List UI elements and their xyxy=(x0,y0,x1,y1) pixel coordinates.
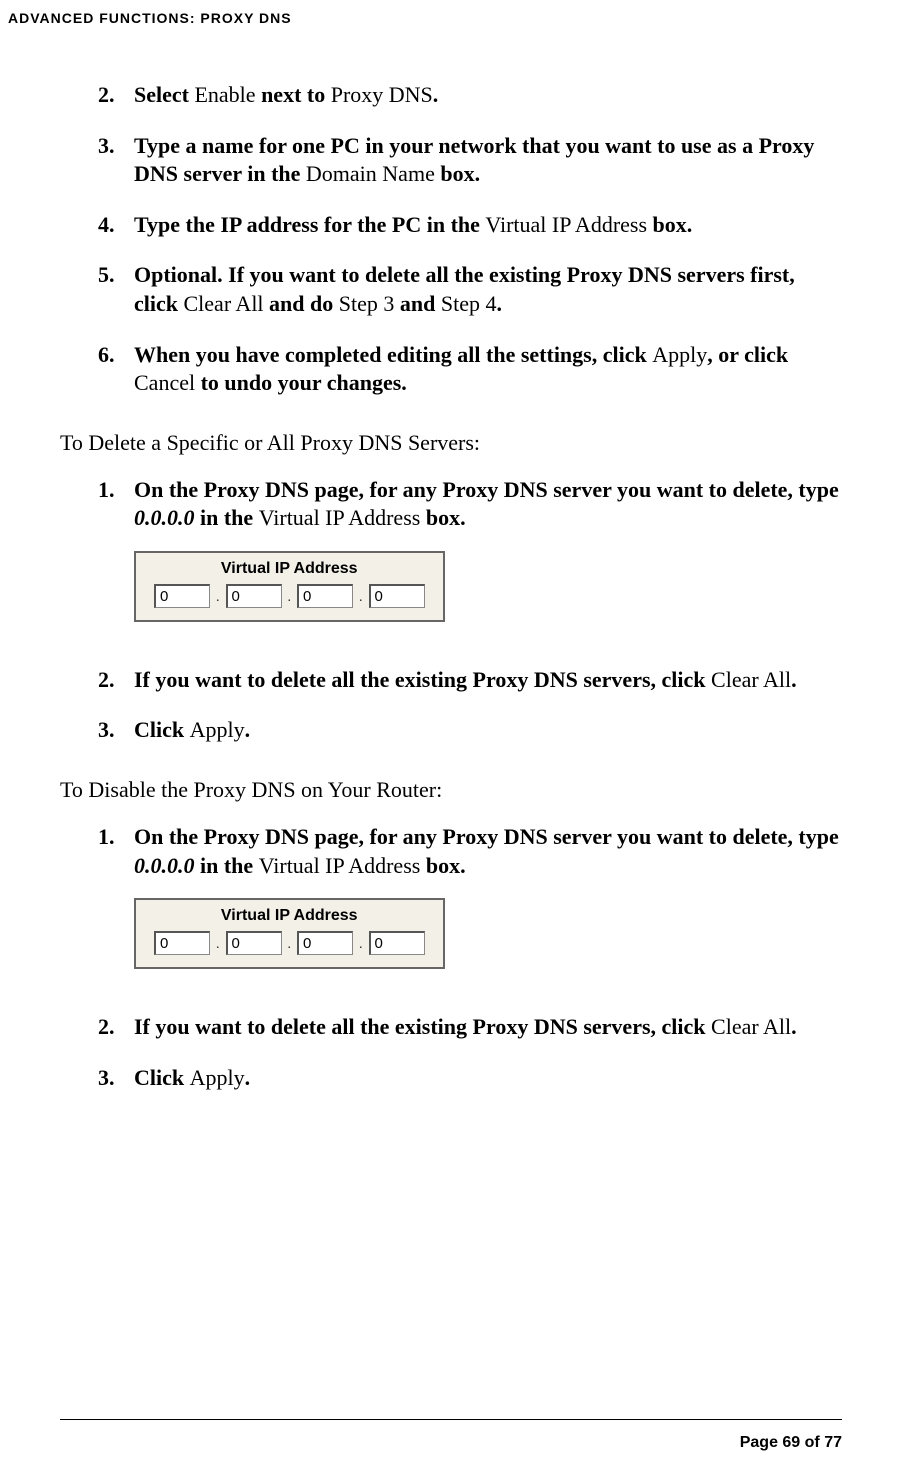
step-number: 4. xyxy=(98,211,115,240)
step-number: 2. xyxy=(98,81,115,110)
text: Domain Name xyxy=(306,161,435,186)
text: Clear All xyxy=(711,667,791,692)
text: If you want to delete all the existing P… xyxy=(134,667,711,692)
step-number: 3. xyxy=(98,716,115,745)
text: and do xyxy=(264,291,339,316)
text: . xyxy=(791,1014,797,1039)
ip-octet-3[interactable] xyxy=(297,931,353,955)
disable-step-3: 3. Click Apply. xyxy=(98,1064,842,1093)
ip-octet-3[interactable] xyxy=(297,584,353,608)
step-number: 2. xyxy=(98,1013,115,1042)
main-content: 2. Select Enable next to Proxy DNS. 3. T… xyxy=(0,26,902,1092)
step-number: 3. xyxy=(98,132,115,161)
text: Step 4 xyxy=(441,291,497,316)
text: next to xyxy=(256,82,331,107)
text: On the Proxy DNS page, for any Proxy DNS… xyxy=(134,824,839,849)
section-heading-disable: To Disable the Proxy DNS on Your Router: xyxy=(60,777,842,803)
delete-step-3: 3. Click Apply. xyxy=(98,716,842,745)
text: Clear All xyxy=(711,1014,791,1039)
virtual-ip-address-box: Virtual IP Address . . . xyxy=(134,551,445,622)
text: box. xyxy=(420,853,465,878)
text: in the xyxy=(195,505,259,530)
text: Step 3 xyxy=(339,291,395,316)
text: Apply xyxy=(190,717,245,742)
text: 0.0.0.0 xyxy=(134,853,195,878)
section-heading-delete: To Delete a Specific or All Proxy DNS Se… xyxy=(60,430,842,456)
ip-octet-1[interactable] xyxy=(154,931,210,955)
text: Virtual IP Address xyxy=(259,853,421,878)
text: . xyxy=(245,1065,251,1090)
step-number: 6. xyxy=(98,341,115,370)
ip-input-row: . . . xyxy=(154,931,425,955)
footer-divider xyxy=(60,1419,842,1420)
dot-separator: . xyxy=(284,936,296,954)
text: 0.0.0.0 xyxy=(134,505,195,530)
disable-step-2: 2. If you want to delete all the existin… xyxy=(98,1013,842,1042)
text: . xyxy=(245,717,251,742)
text: Type the IP address for the PC in the xyxy=(134,212,485,237)
text: Virtual IP Address xyxy=(485,212,647,237)
disable-step-1: 1. On the Proxy DNS page, for any Proxy … xyxy=(98,823,842,991)
delete-step-2: 2. If you want to delete all the existin… xyxy=(98,666,842,695)
step-number: 3. xyxy=(98,1064,115,1093)
ip-octet-2[interactable] xyxy=(226,584,282,608)
text: If you want to delete all the existing P… xyxy=(134,1014,711,1039)
page-footer: Page 69 of 77 xyxy=(60,1419,842,1452)
ip-input-row: . . . xyxy=(154,584,425,608)
dot-separator: . xyxy=(355,589,367,607)
text: box. xyxy=(420,505,465,530)
ip-box-label: Virtual IP Address xyxy=(154,559,425,580)
instruction-list-3: 1. On the Proxy DNS page, for any Proxy … xyxy=(60,823,842,1092)
text: Proxy DNS xyxy=(331,82,433,107)
step-5: 5. Optional. If you want to delete all t… xyxy=(98,261,842,318)
text: Select xyxy=(134,82,194,107)
step-4: 4. Type the IP address for the PC in the… xyxy=(98,211,842,240)
text: Apply xyxy=(652,342,707,367)
text: Clear All xyxy=(184,291,264,316)
step-number: 5. xyxy=(98,261,115,290)
step-3: 3. Type a name for one PC in your networ… xyxy=(98,132,842,189)
dot-separator: . xyxy=(355,936,367,954)
text: and xyxy=(394,291,440,316)
dot-separator: . xyxy=(212,936,224,954)
text: Click xyxy=(134,1065,190,1090)
instruction-list-2: 1. On the Proxy DNS page, for any Proxy … xyxy=(60,476,842,745)
ip-octet-4[interactable] xyxy=(369,584,425,608)
text: box. xyxy=(647,212,692,237)
dot-separator: . xyxy=(212,589,224,607)
step-6: 6. When you have completed editing all t… xyxy=(98,341,842,398)
text: to undo your changes. xyxy=(195,370,407,395)
text: Apply xyxy=(190,1065,245,1090)
virtual-ip-address-box: Virtual IP Address . . . xyxy=(134,898,445,969)
instruction-list-1: 2. Select Enable next to Proxy DNS. 3. T… xyxy=(60,81,842,398)
step-number: 1. xyxy=(98,476,115,505)
text: Virtual IP Address xyxy=(259,505,421,530)
ip-octet-2[interactable] xyxy=(226,931,282,955)
step-number: 1. xyxy=(98,823,115,852)
text: . xyxy=(433,82,439,107)
ip-box-label: Virtual IP Address xyxy=(154,906,425,927)
dot-separator: . xyxy=(284,589,296,607)
step-2: 2. Select Enable next to Proxy DNS. xyxy=(98,81,842,110)
ip-octet-1[interactable] xyxy=(154,584,210,608)
text: . xyxy=(791,667,797,692)
text: Cancel xyxy=(134,370,195,395)
text: Enable xyxy=(194,82,255,107)
text: On the Proxy DNS page, for any Proxy DNS… xyxy=(134,477,839,502)
page-header-title: ADVANCED FUNCTIONS: PROXY DNS xyxy=(0,0,902,26)
text: box. xyxy=(435,161,480,186)
text: , or click xyxy=(707,342,788,367)
step-number: 2. xyxy=(98,666,115,695)
text: When you have completed editing all the … xyxy=(134,342,652,367)
text: in the xyxy=(195,853,259,878)
text: . xyxy=(497,291,503,316)
ip-octet-4[interactable] xyxy=(369,931,425,955)
page-number: Page 69 of 77 xyxy=(60,1434,842,1452)
delete-step-1: 1. On the Proxy DNS page, for any Proxy … xyxy=(98,476,842,644)
text: Click xyxy=(134,717,190,742)
